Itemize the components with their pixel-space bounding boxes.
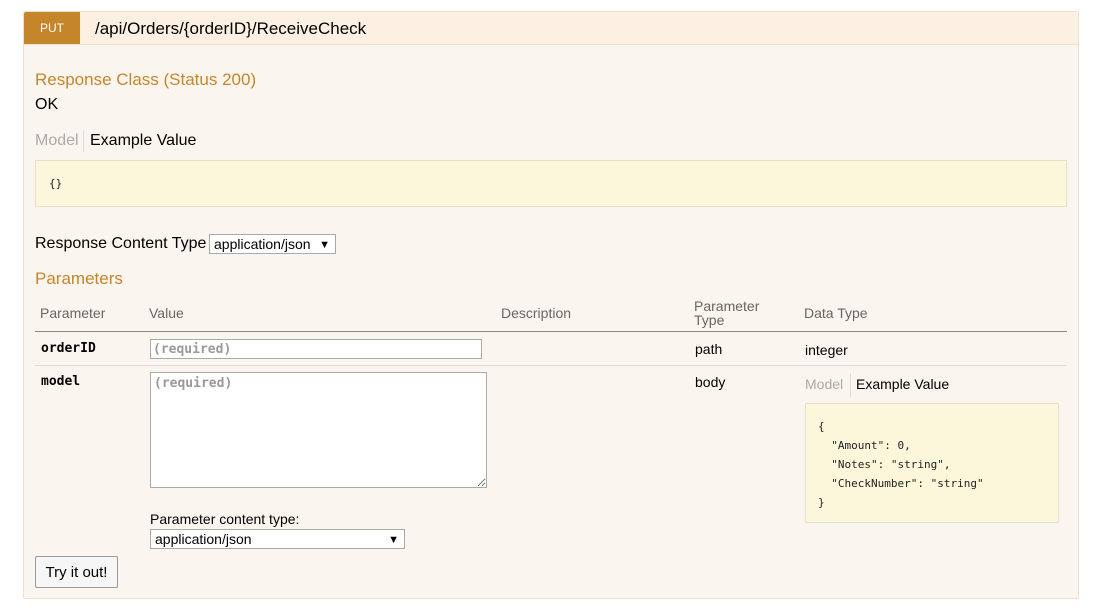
param-name-model: model (41, 374, 81, 389)
header-value: Value (149, 305, 184, 321)
tab-example-value[interactable]: Example Value (90, 132, 196, 150)
parameter-content-type-select[interactable]: application/json ▼ (150, 529, 405, 549)
body-tab-example-value[interactable]: Example Value (856, 376, 949, 392)
param-type-body: body (695, 374, 726, 390)
row-divider (35, 365, 1067, 366)
table-header-divider (35, 331, 1067, 332)
body-tab-separator (850, 373, 851, 397)
http-method-badge[interactable]: PUT (24, 12, 80, 44)
header-description: Description (501, 305, 572, 321)
tab-separator (83, 130, 84, 152)
response-content-type-select[interactable]: application/json ▼ (209, 234, 336, 254)
dropdown-arrow-icon: ▼ (319, 239, 330, 251)
response-class-title: Response Class (Status 200) (35, 70, 257, 89)
response-status-text: OK (35, 96, 59, 113)
tab-model[interactable]: Model (35, 132, 79, 150)
endpoint-path[interactable]: /api/Orders/{orderID}/ReceiveCheck (95, 19, 366, 39)
orderid-input[interactable] (150, 339, 482, 359)
response-content-type-label: Response Content Type (35, 235, 207, 252)
response-example-code: {} (35, 160, 1067, 207)
body-tab-model[interactable]: Model (805, 376, 843, 392)
operation-header[interactable]: PUT /api/Orders/{orderID}/ReceiveCheck (24, 12, 1078, 45)
param-type-path: path (695, 341, 723, 357)
header-data-type: Data Type (804, 305, 868, 321)
operation-panel: PUT /api/Orders/{orderID}/ReceiveCheck R… (23, 11, 1079, 599)
header-parameter: Parameter (40, 305, 106, 321)
data-type-integer: integer (805, 342, 848, 358)
try-it-out-button[interactable]: Try it out! (35, 556, 118, 588)
dropdown-arrow-icon: ▼ (388, 534, 399, 546)
header-parameter-type: Parameter Type (694, 298, 760, 328)
response-content-type-value: application/json (214, 236, 311, 252)
model-body-textarea[interactable] (150, 372, 487, 488)
parameters-title: Parameters (35, 269, 123, 288)
param-name-orderid: orderID (41, 341, 96, 356)
parameter-content-type-value: application/json (155, 531, 252, 547)
body-example-code[interactable]: { "Amount": 0, "Notes": "string", "Check… (805, 403, 1059, 523)
parameter-content-type-label: Parameter content type: (150, 511, 300, 527)
